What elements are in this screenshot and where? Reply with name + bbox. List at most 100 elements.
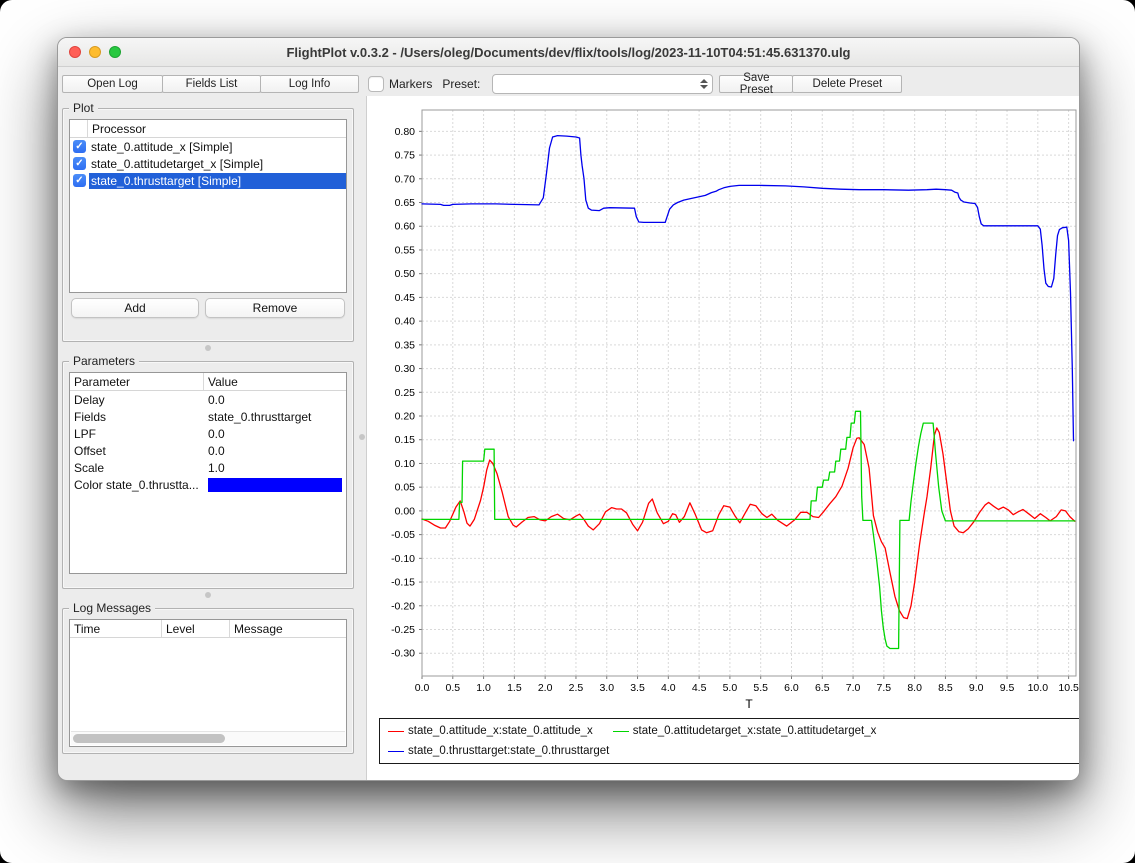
log-info-button[interactable]: Log Info <box>260 75 359 93</box>
x-tick-label: 7.5 <box>877 682 892 694</box>
x-tick-label: 5.0 <box>723 682 738 694</box>
preset-combobox[interactable] <box>492 74 713 94</box>
parameter-name: Color state_0.thrustta... <box>70 476 204 493</box>
checkbox-checked-icon[interactable]: ✓ <box>73 157 86 170</box>
processor-row[interactable]: ✓state_0.thrusttarget [Simple] <box>70 172 346 189</box>
y-tick-label: 0.20 <box>395 411 416 423</box>
parameter-row[interactable]: Fieldsstate_0.thrusttarget <box>70 408 346 425</box>
x-tick-label: 5.5 <box>753 682 768 694</box>
processor-row[interactable]: ✓state_0.attitudetarget_x [Simple] <box>70 155 346 172</box>
parameter-row[interactable]: LPF0.0 <box>70 425 346 442</box>
x-tick-label: 8.5 <box>938 682 953 694</box>
x-tick-label: 9.5 <box>1000 682 1015 694</box>
parameter-row[interactable]: Delay0.0 <box>70 391 346 408</box>
chart-panel: 0.00.51.01.52.02.53.03.54.04.55.05.56.06… <box>366 96 1079 780</box>
log-table-body <box>70 638 346 746</box>
log-messages-table[interactable]: TimeLevelMessage <box>69 619 347 747</box>
y-tick-label: 0.45 <box>395 292 416 304</box>
legend-line-icon <box>388 731 404 732</box>
window-title: FlightPlot v.0.3.2 - /Users/oleg/Documen… <box>286 45 850 60</box>
remove-button[interactable]: Remove <box>205 298 345 318</box>
y-tick-label: 0.10 <box>395 458 416 470</box>
preset-action-group: Save Preset Delete Preset <box>719 75 901 93</box>
y-tick-label: 0.75 <box>395 150 416 162</box>
parameters-column-header: Parameter <box>70 373 204 390</box>
plot-buttons: Add Remove <box>69 298 347 318</box>
save-preset-button[interactable]: Save Preset <box>719 75 793 93</box>
left-column: Plot Processor ✓state_0.attitude_x [Simp… <box>58 96 358 780</box>
fields-list-button[interactable]: Fields List <box>162 75 261 93</box>
x-tick-label: 6.0 <box>784 682 799 694</box>
left-chart-splitter[interactable] <box>358 96 366 780</box>
open-log-button[interactable]: Open Log <box>62 75 163 93</box>
y-tick-label: 0.65 <box>395 197 416 209</box>
markers-checkbox[interactable] <box>368 76 384 92</box>
y-tick-label: 0.55 <box>395 244 416 256</box>
traffic-lights <box>69 46 121 58</box>
x-tick-label: 8.0 <box>907 682 922 694</box>
log-messages-panel-title: Log Messages <box>69 601 155 615</box>
y-tick-label: -0.20 <box>391 600 415 612</box>
y-tick-label: 0.00 <box>395 505 416 517</box>
preset-label: Preset: <box>442 77 480 91</box>
minimize-button[interactable] <box>89 46 101 58</box>
x-tick-label: 9.0 <box>969 682 984 694</box>
legend-label: state_0.thrusttarget:state_0.thrusttarge… <box>408 745 609 757</box>
log-table-header: TimeLevelMessage <box>70 620 346 638</box>
parameter-color-row[interactable]: Color state_0.thrustta... <box>70 476 346 493</box>
x-tick-label: 3.5 <box>630 682 645 694</box>
y-tick-label: 0.70 <box>395 173 416 185</box>
parameter-value: 0.0 <box>204 391 346 408</box>
legend-row: state_0.attitude_x:state_0.attitude_xsta… <box>388 721 1073 741</box>
y-tick-label: 0.25 <box>395 387 416 399</box>
parameter-value: 0.0 <box>204 442 346 459</box>
y-tick-label: 0.80 <box>395 126 416 138</box>
plot-background <box>422 110 1076 676</box>
parameter-value: 0.0 <box>204 425 346 442</box>
parameter-value: state_0.thrusttarget <box>204 408 346 425</box>
splitter-handle-icon <box>205 592 211 598</box>
color-swatch[interactable] <box>208 478 342 492</box>
x-tick-label: 4.0 <box>661 682 676 694</box>
y-tick-label: 0.30 <box>395 363 416 375</box>
scrollbar-thumb[interactable] <box>73 734 225 743</box>
x-tick-label: 1.0 <box>476 682 491 694</box>
checkbox-checked-icon[interactable]: ✓ <box>73 140 86 153</box>
combobox-stepper-icon <box>700 79 708 89</box>
parameter-name: LPF <box>70 425 204 442</box>
x-tick-label: 10.0 <box>1028 682 1049 694</box>
toolbar-button-group: Open Log Fields List Log Info <box>62 75 358 93</box>
y-tick-label: 0.40 <box>395 316 416 328</box>
add-button[interactable]: Add <box>71 298 199 318</box>
parameter-color-cell[interactable] <box>204 476 346 493</box>
processor-row[interactable]: ✓state_0.attitude_x [Simple] <box>70 138 346 155</box>
parameter-row[interactable]: Offset0.0 <box>70 442 346 459</box>
parameter-row[interactable]: Scale1.0 <box>70 459 346 476</box>
processor-table[interactable]: Processor ✓state_0.attitude_x [Simple]✓s… <box>69 119 347 293</box>
parameter-value: 1.0 <box>204 459 346 476</box>
y-tick-label: -0.05 <box>391 529 415 541</box>
log-column-header: Level <box>162 620 230 637</box>
plot-parameters-splitter[interactable] <box>62 342 354 353</box>
log-column-header: Time <box>70 620 162 637</box>
splitter-handle-icon <box>205 345 211 351</box>
x-tick-label: 0.0 <box>415 682 430 694</box>
zoom-button[interactable] <box>109 46 121 58</box>
checkbox-checked-icon[interactable]: ✓ <box>73 174 86 187</box>
flightplot-window: FlightPlot v.0.3.2 - /Users/oleg/Documen… <box>57 37 1080 781</box>
close-button[interactable] <box>69 46 81 58</box>
processor-row-label: state_0.attitudetarget_x [Simple] <box>89 156 346 172</box>
parameters-table[interactable]: ParameterValue Delay0.0Fieldsstate_0.thr… <box>69 372 347 574</box>
splitter-handle-icon <box>359 434 365 440</box>
y-tick-label: -0.30 <box>391 648 415 660</box>
x-tick-label: 2.5 <box>569 682 584 694</box>
log-horizontal-scrollbar[interactable] <box>71 731 345 745</box>
x-tick-label: 0.5 <box>445 682 460 694</box>
delete-preset-button[interactable]: Delete Preset <box>792 75 902 93</box>
plot-panel: Plot Processor ✓state_0.attitude_x [Simp… <box>62 108 354 342</box>
processor-table-header: Processor <box>70 120 346 138</box>
parameter-name: Offset <box>70 442 204 459</box>
flight-data-chart[interactable]: 0.00.51.01.52.02.53.03.54.04.55.05.56.06… <box>367 96 1079 718</box>
titlebar[interactable]: FlightPlot v.0.3.2 - /Users/oleg/Documen… <box>58 38 1079 67</box>
parameters-log-splitter[interactable] <box>62 589 354 600</box>
